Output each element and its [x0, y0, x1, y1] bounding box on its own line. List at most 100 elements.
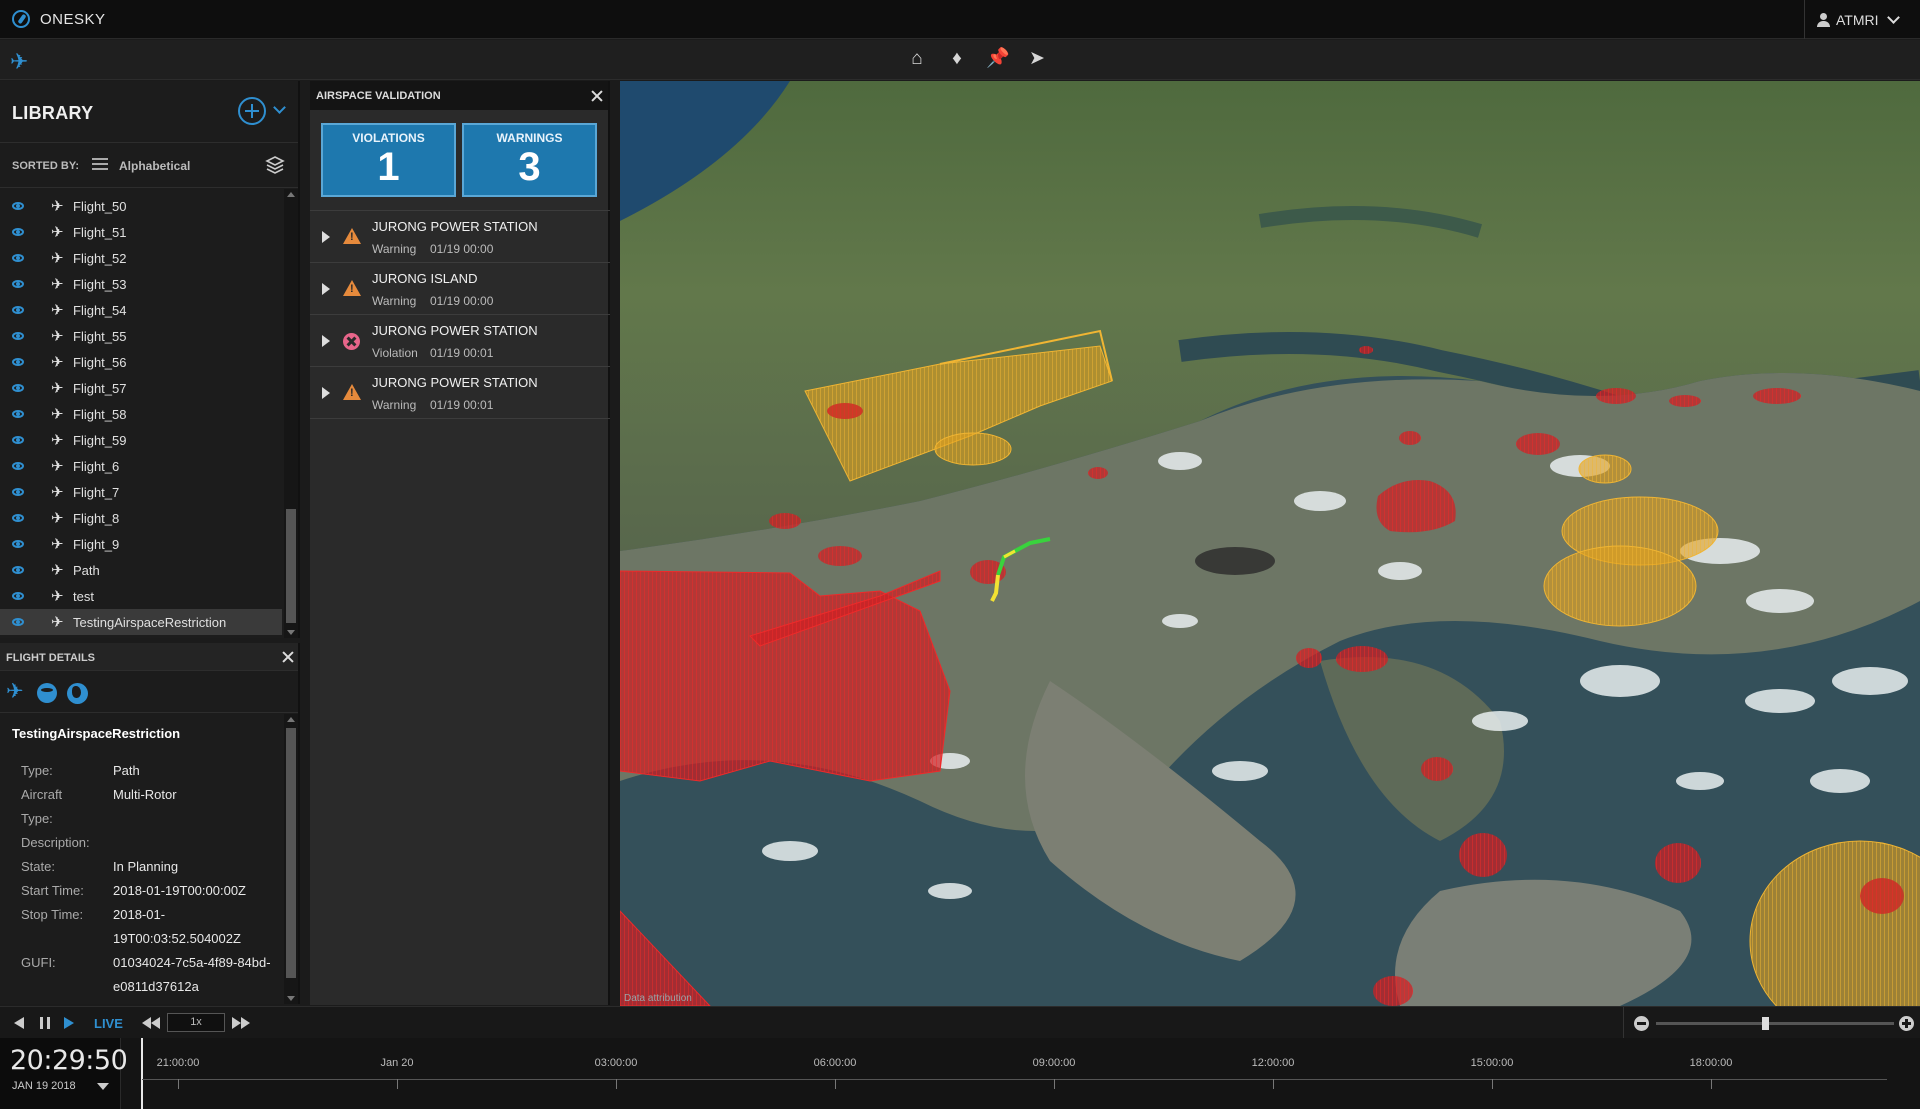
list-item[interactable]: ✈ Flight_9	[0, 531, 282, 557]
eye-icon[interactable]	[12, 462, 24, 470]
sort-value[interactable]: Alphabetical	[119, 159, 190, 173]
list-item[interactable]: ✈ Flight_8	[0, 505, 282, 531]
map-view[interactable]: Data attribution	[620, 81, 1920, 1006]
list-item[interactable]: ✈ Path	[0, 557, 282, 583]
library-header: LIBRARY	[0, 81, 298, 143]
map-canvas[interactable]	[620, 81, 1920, 1006]
timeline-tick-label: 09:00:00	[1032, 1057, 1076, 1069]
zoom-in-icon[interactable]	[1899, 1016, 1914, 1031]
list-item[interactable]: ✈ Flight_56	[0, 349, 282, 375]
scroll-down-icon[interactable]	[287, 996, 295, 1001]
flight-label: Flight_59	[73, 433, 127, 448]
tab-globe-icon[interactable]	[67, 683, 88, 704]
eye-icon[interactable]	[12, 488, 24, 496]
map-attribution[interactable]: Data attribution	[624, 993, 692, 1004]
home-settings-icon[interactable]: ⌂	[906, 48, 928, 70]
eye-icon[interactable]	[12, 592, 24, 600]
close-icon[interactable]	[281, 650, 295, 664]
chevron-down-icon[interactable]	[97, 1083, 109, 1090]
expand-arrow-icon[interactable]	[322, 335, 330, 347]
plane-icon: ✈	[51, 458, 64, 475]
eye-icon[interactable]	[12, 540, 24, 548]
speed-input[interactable]: 1x	[167, 1013, 225, 1032]
scrollbar-thumb[interactable]	[286, 728, 296, 978]
expand-arrow-icon[interactable]	[322, 387, 330, 399]
eye-icon[interactable]	[12, 514, 24, 522]
layers-icon[interactable]	[265, 155, 285, 175]
eye-icon[interactable]	[12, 306, 24, 314]
field-value: In Planning	[113, 859, 179, 874]
eye-icon[interactable]	[12, 332, 24, 340]
alert-item[interactable]: JURONG POWER STATION Violation 01/19 00:01	[310, 314, 610, 366]
list-item[interactable]: ✈ Flight_54	[0, 297, 282, 323]
sort-list-icon[interactable]	[92, 158, 108, 172]
warnings-summary[interactable]: WARNINGS 3	[462, 123, 597, 197]
list-item[interactable]: ✈ TestingAirspaceRestriction	[0, 609, 282, 635]
list-item[interactable]: ✈ Flight_55	[0, 323, 282, 349]
list-item[interactable]: ✈ Flight_7	[0, 479, 282, 505]
timeline-tick	[1492, 1079, 1493, 1089]
flight-label: Flight_51	[73, 225, 127, 240]
flight-label: Flight_57	[73, 381, 127, 396]
fast-forward-icon[interactable]	[232, 1017, 252, 1029]
list-item[interactable]: ✈ Flight_50	[0, 193, 282, 219]
eye-icon[interactable]	[12, 202, 24, 210]
navigate-icon[interactable]: ➤	[1026, 48, 1048, 70]
zoom-slider[interactable]	[1656, 1017, 1894, 1030]
eye-icon[interactable]	[12, 254, 24, 262]
rewind-icon[interactable]	[142, 1017, 162, 1029]
details-scrollbar[interactable]	[284, 714, 298, 1004]
clock[interactable]: 20:29:50 JAN 19 2018	[0, 1038, 128, 1109]
list-item[interactable]: ✈ Flight_59	[0, 427, 282, 453]
library-scrollbar[interactable]	[284, 189, 298, 638]
pin-icon[interactable]: 📌	[986, 48, 1010, 70]
timeline-tick-label: 03:00:00	[594, 1057, 638, 1069]
scroll-up-icon[interactable]	[287, 717, 295, 722]
plane-icon: ✈	[51, 484, 64, 501]
eye-icon[interactable]	[12, 566, 24, 574]
eye-icon[interactable]	[12, 280, 24, 288]
eye-icon[interactable]	[12, 436, 24, 444]
alert-item[interactable]: JURONG POWER STATION Warning 01/19 00:00	[310, 210, 610, 262]
alert-name: JURONG POWER STATION	[372, 323, 538, 338]
waypoint-icon[interactable]: ♦	[946, 48, 968, 70]
list-item[interactable]: ✈ Flight_53	[0, 271, 282, 297]
eye-icon[interactable]	[12, 228, 24, 236]
flight-mode-icon[interactable]: ✈	[10, 49, 28, 75]
scroll-up-icon[interactable]	[287, 192, 295, 197]
onesky-logo-icon	[12, 10, 30, 28]
scroll-down-icon[interactable]	[287, 630, 295, 635]
zoom-out-icon[interactable]	[1634, 1016, 1649, 1031]
close-icon[interactable]	[590, 89, 604, 103]
list-item[interactable]: ✈ Flight_51	[0, 219, 282, 245]
live-button[interactable]: LIVE	[94, 1016, 123, 1031]
timeline[interactable]: 20:29:50 JAN 19 2018 21:00:00 Jan 20 03:00…	[0, 1038, 1920, 1109]
play-icon[interactable]	[64, 1017, 74, 1029]
eye-icon[interactable]	[12, 358, 24, 366]
add-icon[interactable]	[238, 97, 266, 125]
plane-icon: ✈	[51, 276, 64, 293]
list-item[interactable]: ✈ test	[0, 583, 282, 609]
pause-icon[interactable]	[40, 1017, 50, 1029]
alert-item[interactable]: JURONG POWER STATION Warning 01/19 00:01	[310, 366, 610, 418]
timeline-cursor[interactable]	[141, 1038, 143, 1109]
eye-icon[interactable]	[12, 618, 24, 626]
violations-summary[interactable]: VIOLATIONS 1	[321, 123, 456, 197]
expand-arrow-icon[interactable]	[322, 231, 330, 243]
alert-kind: Warning	[372, 398, 417, 412]
step-back-icon[interactable]	[14, 1017, 24, 1029]
zoom-slider-thumb[interactable]	[1762, 1017, 1770, 1030]
chevron-down-icon[interactable]	[273, 101, 286, 114]
user-menu[interactable]: ATMRI	[1804, 0, 1920, 39]
tab-aircraft-icon[interactable]	[37, 683, 57, 703]
list-item[interactable]: ✈ Flight_57	[0, 375, 282, 401]
list-item[interactable]: ✈ Flight_6	[0, 453, 282, 479]
scrollbar-thumb[interactable]	[286, 509, 296, 623]
alert-item[interactable]: JURONG ISLAND Warning 01/19 00:00	[310, 262, 610, 314]
eye-icon[interactable]	[12, 410, 24, 418]
tab-flight-icon[interactable]: ✈	[6, 679, 24, 704]
expand-arrow-icon[interactable]	[322, 283, 330, 295]
eye-icon[interactable]	[12, 384, 24, 392]
list-item[interactable]: ✈ Flight_52	[0, 245, 282, 271]
list-item[interactable]: ✈ Flight_58	[0, 401, 282, 427]
